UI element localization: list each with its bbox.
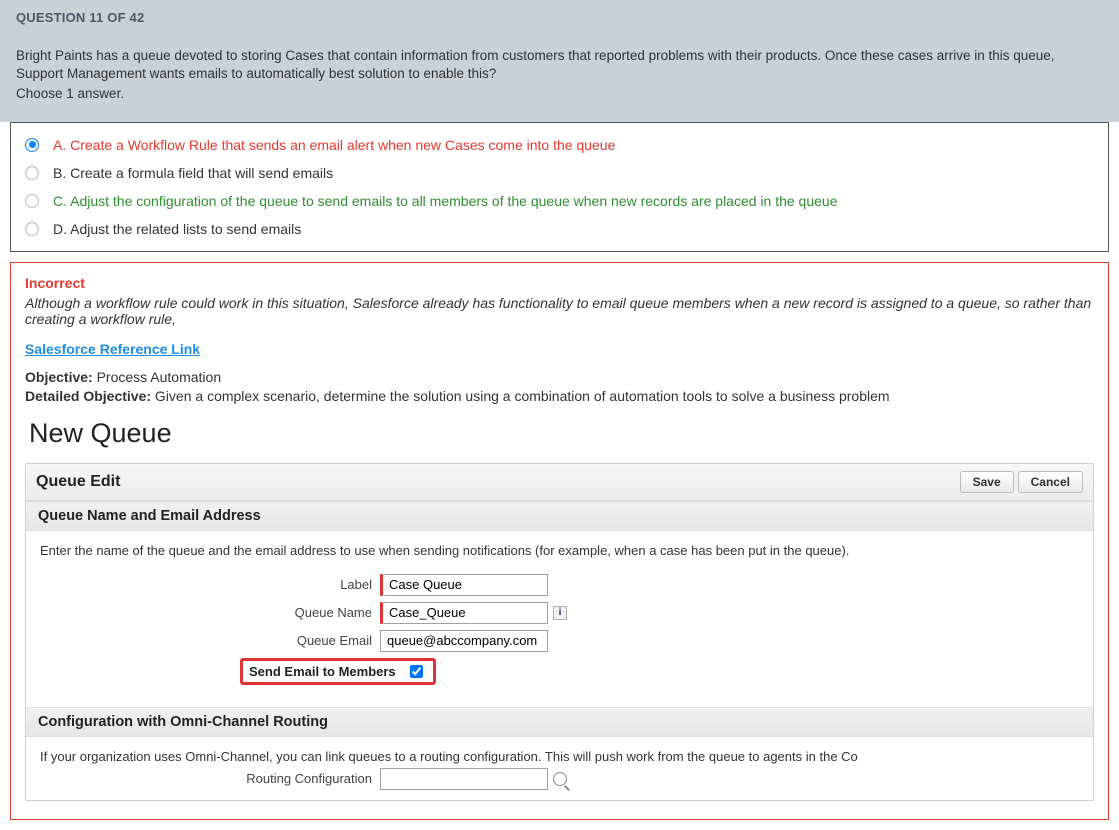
feedback-panel: Incorrect Although a workflow rule could… [10,262,1109,820]
row-send-members: Send Email to Members [40,658,1079,685]
label-queue-email: Queue Email [40,633,380,648]
cancel-button[interactable]: Cancel [1018,471,1083,493]
detailed-objective-label: Detailed Objective: [25,388,151,404]
radio-a[interactable] [25,138,39,152]
info-icon[interactable]: i [553,606,567,620]
label-label: Label [40,577,380,592]
answer-c-label: C. Adjust the configuration of the queue… [53,193,838,209]
sf-section1-body: Enter the name of the queue and the emai… [26,531,1093,707]
objective-value: Process Automation [93,369,221,385]
radio-c[interactable] [25,194,39,208]
answer-b-label: B. Create a formula field that will send… [53,165,333,181]
send-email-highlight: Send Email to Members [240,658,436,685]
radio-d[interactable] [25,222,39,236]
label-queue-name: Queue Name [40,605,380,620]
question-text: Bright Paints has a queue devoted to sto… [0,35,1119,122]
answer-c[interactable]: C. Adjust the configuration of the queue… [11,187,1108,215]
sf-section1-desc: Enter the name of the queue and the emai… [40,543,1079,558]
row-routing: Routing Configuration [40,768,1079,790]
answer-a-label: A. Create a Workflow Rule that sends an … [53,137,615,153]
feedback-title: Incorrect [25,275,1094,291]
sf-topbar: Queue Edit Save Cancel [26,464,1093,501]
sf-section1-head: Queue Name and Email Address [26,501,1093,531]
row-queue-email: Queue Email [40,630,1079,652]
checkbox-send-members[interactable] [410,665,423,678]
detailed-objective-value: Given a complex scenario, determine the … [151,388,890,404]
input-queue-name[interactable] [380,602,548,624]
input-queue-email[interactable] [380,630,548,652]
label-send-members: Send Email to Members [246,664,410,679]
sf-edit-panel: Queue Edit Save Cancel Queue Name and Em… [25,463,1094,801]
answer-d[interactable]: D. Adjust the related lists to send emai… [11,215,1108,243]
input-label[interactable] [380,574,548,596]
salesforce-screenshot: New Queue Queue Edit Save Cancel Queue N… [25,418,1094,801]
sf-edit-title: Queue Edit [36,473,956,491]
reference-link[interactable]: Salesforce Reference Link [25,341,200,357]
row-queue-name: Queue Name i [40,602,1079,624]
save-button[interactable]: Save [960,471,1014,493]
objective-row: Objective: Process Automation [25,369,1094,385]
question-prompt: Bright Paints has a queue devoted to sto… [16,47,1103,83]
question-choose: Choose 1 answer. [16,85,1103,103]
objective-label: Objective: [25,369,93,385]
lookup-icon[interactable] [553,772,567,786]
answer-b[interactable]: B. Create a formula field that will send… [11,159,1108,187]
sf-section2-body: If your organization uses Omni-Channel, … [26,737,1093,800]
sf-heading: New Queue [29,418,1090,449]
question-counter: QUESTION 11 OF 42 [0,0,1119,35]
radio-b[interactable] [25,166,39,180]
label-routing: Routing Configuration [40,771,380,786]
detailed-objective-row: Detailed Objective: Given a complex scen… [25,388,1094,404]
sf-section2-head: Configuration with Omni-Channel Routing [26,707,1093,737]
feedback-explanation: Although a workflow rule could work in t… [25,295,1094,327]
answer-d-label: D. Adjust the related lists to send emai… [53,221,301,237]
input-routing[interactable] [380,768,548,790]
answer-a[interactable]: A. Create a Workflow Rule that sends an … [11,131,1108,159]
sf-section2-desc: If your organization uses Omni-Channel, … [40,749,1079,764]
row-label: Label [40,574,1079,596]
answers-panel: A. Create a Workflow Rule that sends an … [10,122,1109,252]
